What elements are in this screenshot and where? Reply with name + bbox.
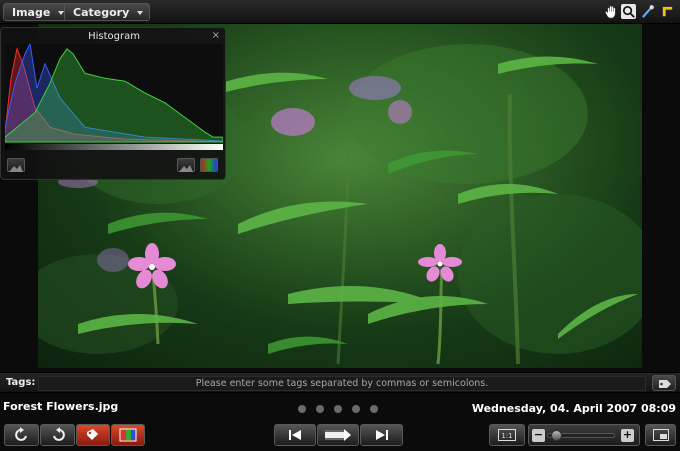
histogram-luminance-button[interactable]: [177, 158, 195, 172]
previous-image-button[interactable]: [274, 424, 316, 446]
skip-back-icon: [289, 430, 301, 440]
slideshow-button[interactable]: [317, 424, 359, 446]
image-menu-button[interactable]: Image: [3, 3, 72, 21]
actual-size-button[interactable]: 1:1: [489, 424, 525, 446]
tags-input[interactable]: [38, 376, 646, 391]
chevron-down-icon: [137, 11, 144, 15]
top-toolbar: Image Category: [0, 0, 680, 24]
mountain-icon: [179, 165, 193, 172]
file-name: Forest Flowers.jpg: [3, 400, 119, 413]
zoom-slider-handle[interactable]: [550, 430, 562, 441]
tags-bar: Tags:: [0, 372, 680, 393]
add-tag-button[interactable]: [652, 375, 676, 391]
rotate-left-button[interactable]: [4, 424, 39, 446]
histogram-rgb-button[interactable]: [200, 158, 218, 172]
actual-size-label: 1:1: [501, 432, 512, 440]
next-image-button[interactable]: [360, 424, 403, 446]
histogram-mode-left-button[interactable]: [7, 158, 25, 172]
zoom-out-button[interactable]: −: [532, 429, 545, 442]
tags-label: Tags:: [6, 377, 36, 388]
hand-icon[interactable]: [604, 4, 619, 19]
fullscreen-icon: [652, 429, 669, 441]
fullscreen-button[interactable]: [645, 424, 676, 446]
category-menu-button[interactable]: Category: [64, 3, 151, 21]
actual-size-icon: 1:1: [498, 429, 516, 441]
slideshow-icon: [325, 429, 351, 441]
histogram-title: Histogram: [88, 31, 140, 42]
rotate-right-button[interactable]: [40, 424, 75, 446]
tag-photo-button[interactable]: [76, 424, 110, 446]
zoom-slider[interactable]: [547, 430, 615, 441]
photo-datetime: Wednesday, 04. April 2007 08:09: [471, 402, 676, 415]
image-menu-label: Image: [12, 6, 51, 19]
tag-icon: [659, 380, 671, 388]
category-menu-label: Category: [73, 6, 130, 19]
histogram-toggle-button[interactable]: [111, 424, 145, 446]
page-dot[interactable]: [352, 405, 360, 413]
page-dot[interactable]: [316, 405, 324, 413]
histogram-panel[interactable]: Histogram ×: [0, 27, 226, 180]
page-dot[interactable]: [298, 405, 306, 413]
page-dot[interactable]: [370, 405, 378, 413]
eyedropper-icon[interactable]: [640, 4, 655, 19]
rotate-right-icon: [52, 427, 65, 441]
page-dot[interactable]: [334, 405, 342, 413]
histogram-chart: [5, 44, 223, 150]
zoom-in-button[interactable]: +: [621, 429, 634, 442]
magnifier-icon[interactable]: [621, 4, 636, 19]
mountain-icon: [9, 165, 23, 172]
rotate-left-icon: [14, 427, 27, 441]
tag-icon: [87, 429, 98, 440]
skip-forward-icon: [375, 430, 388, 440]
crop-icon[interactable]: [660, 4, 675, 19]
luminance-bar: [5, 144, 223, 150]
close-icon[interactable]: ×: [212, 30, 220, 41]
histogram-icon: [119, 428, 137, 442]
